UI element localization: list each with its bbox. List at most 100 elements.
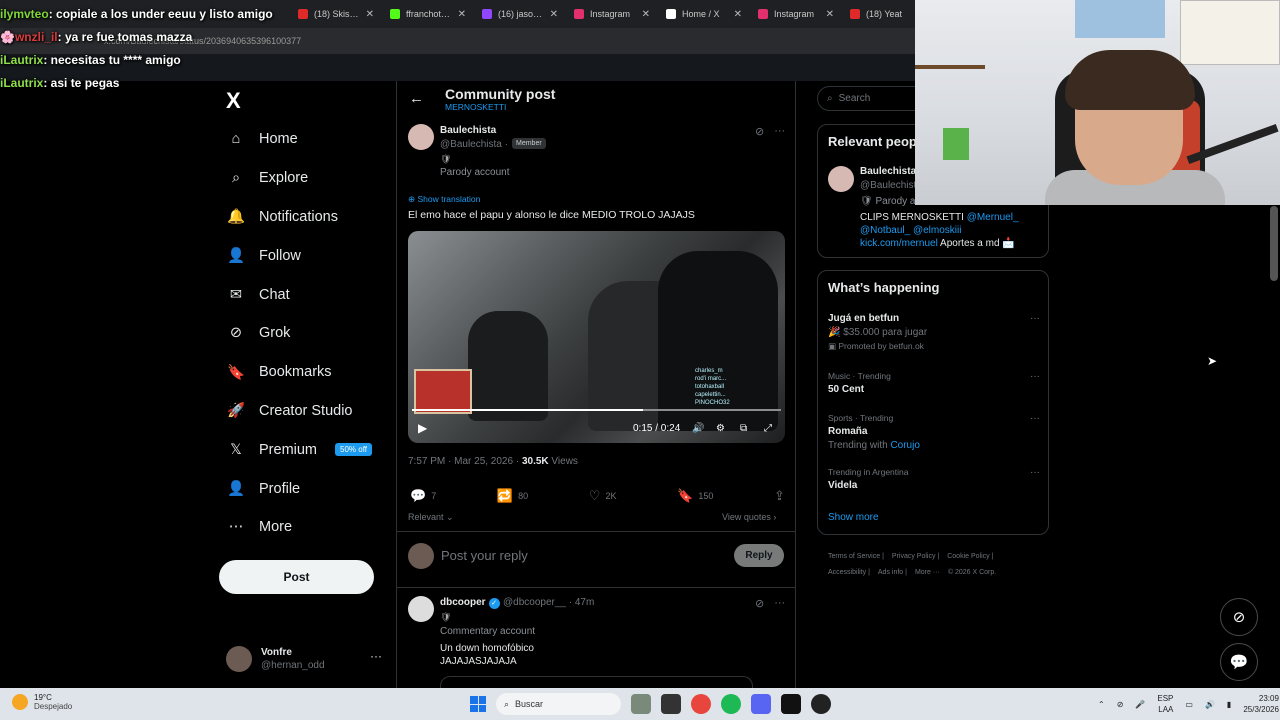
trend-item[interactable]: Sports · Trending Romaña Trending with C… — [828, 413, 1040, 451]
view-quotes-link[interactable]: View quotes › — [722, 512, 776, 522]
browser-tab[interactable]: Instagram ✕ — [750, 0, 842, 28]
post-author-name[interactable]: Baulechista — [440, 125, 496, 136]
chat-fab-button[interactable]: 💬 — [1220, 643, 1258, 681]
more-dots-icon[interactable]: ··· — [1030, 467, 1040, 478]
shelf — [915, 65, 985, 69]
network-icon[interactable]: ⊘ — [1117, 700, 1124, 709]
person-handle[interactable]: @Baulechista — [860, 180, 922, 191]
gear-icon[interactable]: ⚙ — [716, 423, 725, 434]
share-action[interactable]: ⇪ — [774, 488, 785, 504]
reply-action[interactable]: 💬 7 — [410, 488, 436, 504]
comment-author-handle[interactable]: @dbcooper__ · 47m — [503, 597, 594, 608]
sidebar-item-chat[interactable]: ✉ Chat — [222, 275, 392, 314]
grok-fab-button[interactable]: ⊘ — [1220, 598, 1258, 636]
mention-link[interactable]: @Notbaul_ @elmoskiii — [860, 225, 961, 236]
chevron-up-icon[interactable]: ⌃ — [1098, 700, 1105, 709]
close-icon[interactable]: ✕ — [550, 9, 558, 20]
tiktok-icon[interactable] — [781, 694, 801, 714]
sidebar-item-profile[interactable]: 👤 Profile — [222, 469, 392, 508]
language-indicator[interactable]: ESP LAA — [1157, 693, 1173, 715]
browser-tab[interactable]: Home / X ✕ — [658, 0, 750, 28]
weather-widget[interactable]: 19°C Despejado — [12, 693, 72, 711]
grok-icon: ⊘ — [1232, 609, 1246, 626]
spotify-icon[interactable] — [721, 694, 741, 714]
sidebar-item-explore[interactable]: ⌕ Explore — [222, 159, 392, 198]
person-name[interactable]: Baulechista — [860, 166, 916, 177]
more-dots-icon[interactable]: ··· — [774, 597, 785, 610]
clock[interactable]: 23:09 25/3/2026 — [1243, 693, 1279, 715]
show-translation-link[interactable]: ⊕ Show translation — [408, 194, 480, 205]
volume-icon[interactable]: 🔊 — [692, 423, 704, 434]
sidebar-item-home[interactable]: ⌂ Home — [222, 120, 392, 159]
repost-action[interactable]: 🔁 80 — [497, 488, 528, 504]
video-player[interactable]: charles_m rod'i marc... totohaxball cape… — [408, 231, 785, 443]
shield-icon: 🛡 — [440, 154, 452, 164]
sidebar-item-grok[interactable]: ⊘ Grok — [222, 314, 392, 353]
post-author-handle[interactable]: @Baulechista · — [440, 139, 508, 150]
fullscreen-icon[interactable]: ⤢ — [764, 423, 772, 434]
more-dots-icon[interactable]: ··· — [1030, 371, 1040, 382]
app-icon[interactable] — [811, 694, 831, 714]
reply-input[interactable]: Post your reply — [441, 548, 528, 563]
reply-button[interactable]: Reply — [734, 544, 784, 567]
chrome-icon[interactable] — [691, 694, 711, 714]
browser-tab[interactable]: (16) jasonth ✕ — [474, 0, 566, 28]
scrollbar[interactable] — [1270, 206, 1278, 281]
close-icon[interactable]: ✕ — [458, 9, 466, 20]
windows-start-icon[interactable] — [470, 696, 486, 712]
trend-link[interactable]: Corujo — [890, 440, 919, 451]
grok-icon[interactable]: ⊘ — [755, 125, 764, 138]
bookmark-action[interactable]: 🔖 150 — [677, 488, 713, 504]
show-more-link[interactable]: Show more — [828, 512, 879, 523]
display-icon[interactable]: ▭ — [1185, 700, 1193, 709]
close-icon[interactable]: ✕ — [826, 9, 834, 20]
comment-author-name[interactable]: dbcooper ✓ — [440, 597, 500, 609]
community-link[interactable]: MERNOSKETTI — [445, 102, 506, 112]
close-icon[interactable]: ✕ — [642, 9, 650, 20]
taskbar-search[interactable]: ⌕ Buscar — [496, 693, 621, 715]
trend-item[interactable]: Trending in Argentina Videla ··· — [828, 467, 1040, 491]
post-button[interactable]: Post — [219, 560, 374, 594]
avatar[interactable] — [408, 124, 434, 150]
sidebar-item-premium[interactable]: 𝕏 Premium 50% off — [222, 430, 392, 469]
close-icon[interactable]: ✕ — [366, 9, 374, 20]
browser-tab[interactable]: Instagram ✕ — [566, 0, 658, 28]
play-icon[interactable]: ▶ — [418, 421, 427, 435]
more-dots-icon[interactable]: ··· — [370, 649, 382, 663]
avatar[interactable] — [828, 166, 854, 192]
mention-link[interactable]: @Mernuel_ — [967, 212, 1019, 223]
volume-icon[interactable]: 🔊 — [1205, 700, 1215, 709]
widget-icon[interactable] — [631, 694, 651, 714]
close-icon[interactable]: ✕ — [734, 9, 742, 20]
discord-icon[interactable] — [751, 694, 771, 714]
more-dots-icon[interactable]: ··· — [1030, 413, 1040, 424]
grok-icon: ⊘ — [229, 325, 243, 342]
like-action[interactable]: ♡ 2K — [589, 488, 617, 504]
chat-bubble-icon: 💬 — [1229, 654, 1249, 671]
browser-tab[interactable]: ffranchota S ✕ — [382, 0, 474, 28]
chat-line: 🌸wnzli_il: ya re fue tomas mazza — [0, 30, 193, 44]
battery-icon[interactable]: ▮ — [1227, 700, 1231, 709]
account-switcher[interactable]: Vonfre @hernan_odd ··· — [226, 643, 386, 675]
sidebar-item-follow[interactable]: 👤 Follow — [222, 236, 392, 275]
sidebar-item-bookmarks[interactable]: 🔖 Bookmarks — [222, 353, 392, 392]
twitch-icon — [482, 9, 492, 19]
sidebar-item-notifications[interactable]: 🔔 Notifications — [222, 198, 392, 237]
trend-item[interactable]: Music · Trending 50 Cent ··· — [828, 371, 1040, 395]
sidebar-item-creator-studio[interactable]: 🚀 Creator Studio — [222, 392, 392, 431]
sidebar-item-more[interactable]: ⋯ More — [222, 508, 392, 547]
video-progress-bar[interactable] — [412, 409, 781, 411]
kick-link[interactable]: kick.com/mernuel — [860, 238, 938, 249]
more-dots-icon[interactable]: ··· — [774, 125, 785, 138]
more-dots-icon[interactable]: ··· — [1030, 313, 1040, 324]
file-explorer-icon[interactable] — [661, 694, 681, 714]
whats-happening-card: What’s happening Jugá en betfun 🎉 $35.00… — [817, 270, 1049, 535]
sort-replies-dropdown[interactable]: Relevant ⌄ — [408, 512, 454, 523]
trend-item[interactable]: Jugá en betfun 🎉 $35.000 para jugar ▣ Pr… — [828, 313, 1040, 352]
mic-icon[interactable]: 🎤 — [1135, 700, 1145, 709]
pip-icon[interactable]: ⧉ — [740, 423, 747, 434]
back-arrow-icon[interactable]: ← — [409, 90, 424, 107]
browser-tab[interactable]: (18) Skisia2 ✕ — [290, 0, 382, 28]
grok-icon[interactable]: ⊘ — [755, 597, 764, 610]
avatar[interactable] — [408, 596, 434, 622]
